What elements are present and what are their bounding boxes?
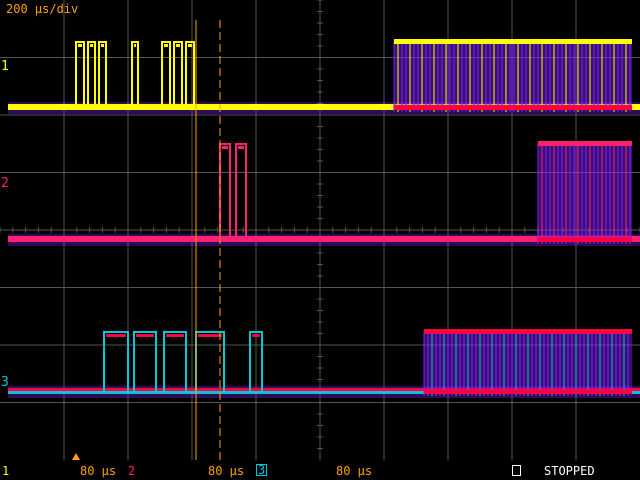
ch3-pulse <box>166 334 184 337</box>
ch3-pulse <box>103 331 129 393</box>
acquisition-state: STOPPED <box>544 464 595 478</box>
ch1-pulse <box>164 44 168 47</box>
ch1-pulse <box>101 44 104 47</box>
ch3-status-label[interactable]: 3 <box>256 464 268 476</box>
ch3-pulse <box>198 334 222 337</box>
ch2-burst-bottom <box>538 237 632 242</box>
ch1-burst-top <box>394 39 632 44</box>
ch2-pulse <box>222 146 228 149</box>
status-bar: 1 80 µs 2 80 µs 3 80 µs STOPPED <box>0 462 640 480</box>
ch2-pulse <box>235 143 247 241</box>
ch2-status-label[interactable]: 2 <box>128 464 135 478</box>
ch3-pulse <box>252 334 260 337</box>
ch1-pulse <box>75 41 85 109</box>
channel-3-ground-marker[interactable]: 3 <box>1 376 9 389</box>
channel-1-ground-marker[interactable]: 1 <box>1 60 9 73</box>
trigger-position-marker <box>72 453 80 460</box>
ch1-pulse <box>87 41 96 109</box>
ch1-status-label[interactable]: 1 <box>2 464 9 478</box>
channel-1-trace <box>8 39 640 114</box>
ch1-pulse <box>173 41 183 109</box>
ch2-pulse <box>219 143 231 241</box>
ch1-pulse <box>185 41 195 109</box>
ch1-burst-bottom <box>394 105 632 110</box>
ch2-scale: 80 µs <box>208 464 245 478</box>
ch1-pulse <box>188 44 192 47</box>
ch3-pulse <box>133 331 157 393</box>
ch2-burst-top <box>538 141 632 146</box>
ch1-scale: 80 µs <box>80 464 117 478</box>
ch1-pulse <box>90 44 93 47</box>
channel-3-trace <box>8 329 640 398</box>
ch1-pulse <box>176 44 180 47</box>
ch3-pulse <box>163 331 187 393</box>
ch1-pulse <box>98 41 107 109</box>
square-outline-icon[interactable] <box>512 465 521 476</box>
ch1-pulse <box>161 41 171 109</box>
ch3-burst-top <box>424 329 632 334</box>
ch2-pulse <box>238 146 244 149</box>
scope-display <box>0 0 640 460</box>
ch1-pulse <box>134 44 136 47</box>
ch3-pulse <box>106 334 126 337</box>
ch3-burst-bottom <box>424 389 632 394</box>
ch1-pulse <box>131 41 139 109</box>
ch1-pulse <box>78 44 82 47</box>
channel-2-ground-marker[interactable]: 2 <box>1 177 9 190</box>
ch3-pulse <box>136 334 154 337</box>
ch3-scale: 80 µs <box>336 464 373 478</box>
